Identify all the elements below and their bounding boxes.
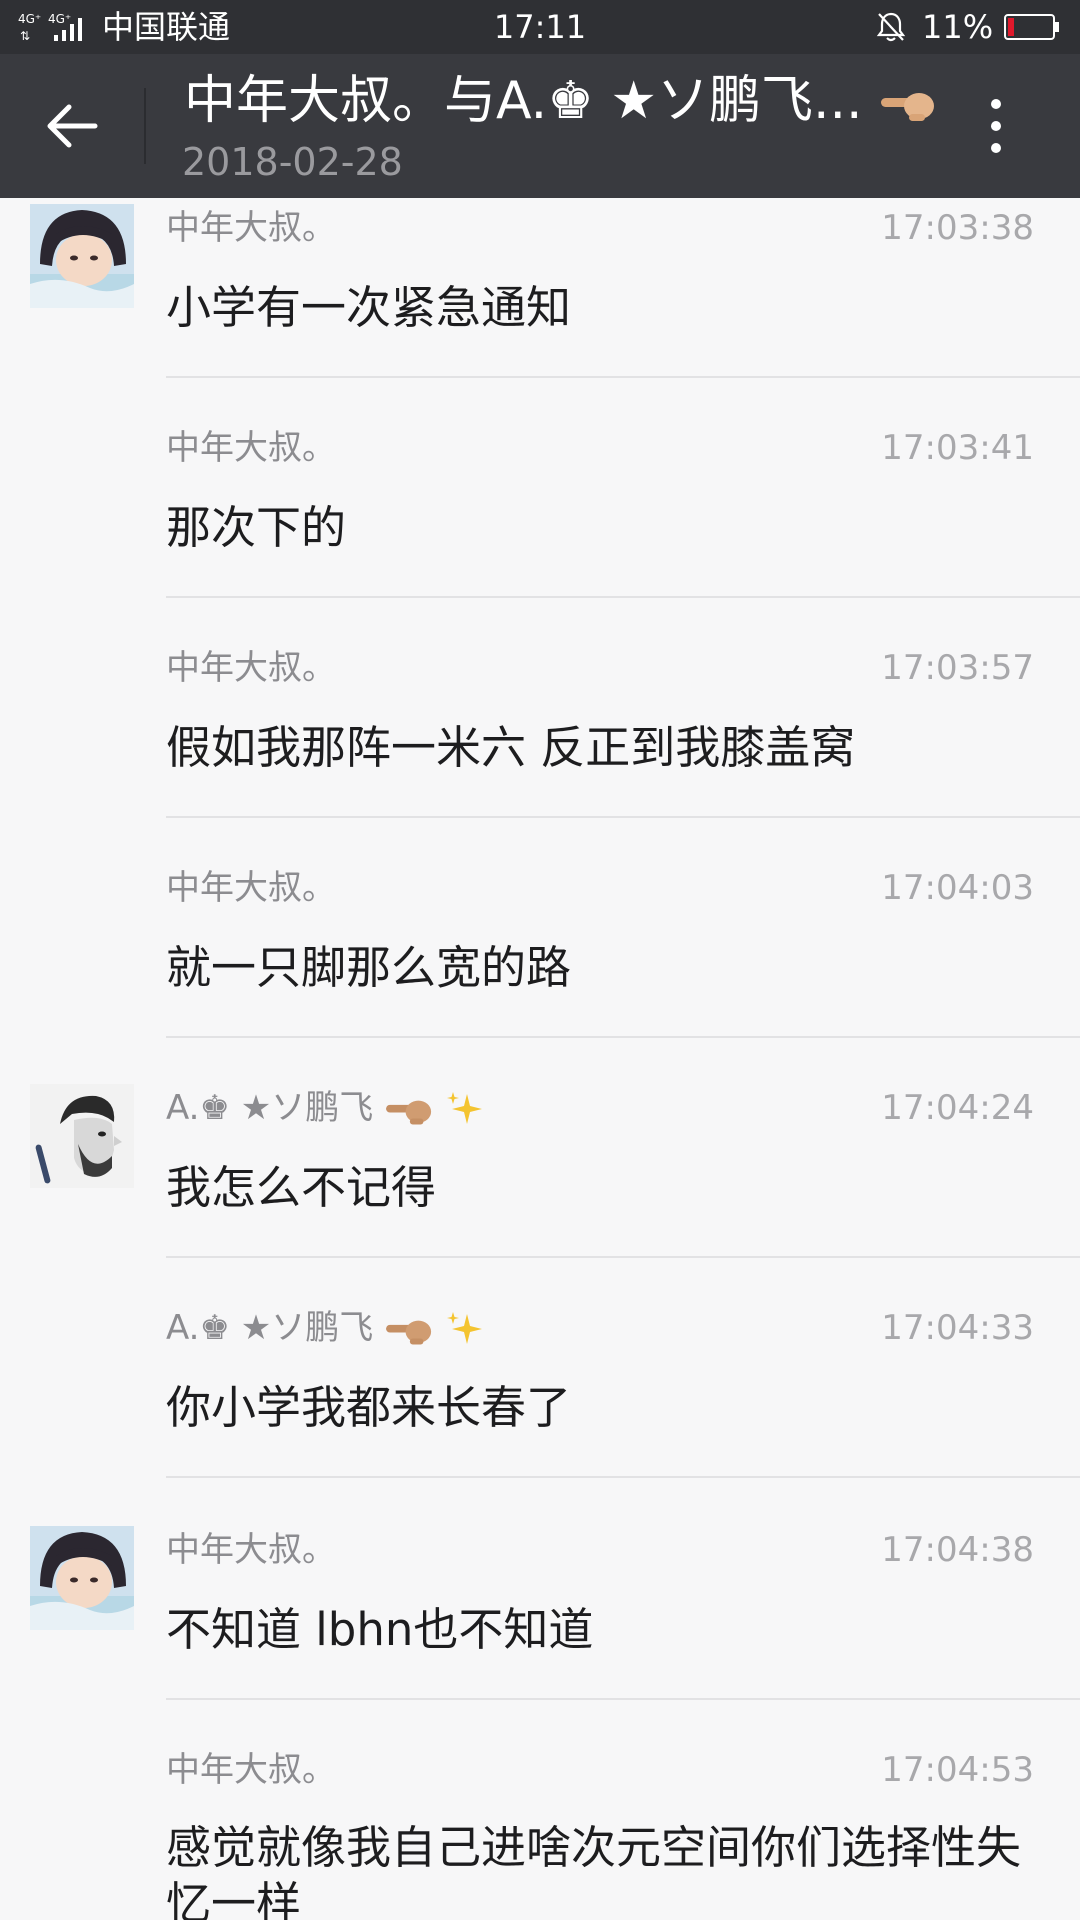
message-list[interactable]: 中年大叔。 17:03:38 小学有一次紧急通知 中年大叔。 17:03:41 … (0, 198, 1080, 1920)
sender-name: A.♚ ★ソ鹏飞 (166, 1086, 485, 1130)
message-text: 就一只脚那么宽的路 (166, 941, 572, 994)
sender-name: 中年大叔。 (166, 1750, 336, 1790)
chat-screen: 4G⁺ 4G⁺ ⇅ 中国联通 17:11 11% 中年大叔。与A.♚ ★ソ鹏飞.… (0, 0, 1080, 1920)
bell-muted-icon (876, 12, 906, 42)
man-avatar (30, 1084, 134, 1188)
divider (166, 1036, 1080, 1038)
battery-percent: 11% (922, 8, 994, 46)
message-time: 17:04:38 (881, 1530, 1034, 1570)
sender-name-text: A.♚ ★ソ鹏飞 (166, 1308, 374, 1348)
message-time: 17:04:53 (881, 1750, 1034, 1790)
sender-name-text: A.♚ ★ソ鹏飞 (166, 1088, 374, 1128)
message-time: 17:04:33 (881, 1308, 1034, 1348)
girl-avatar (30, 204, 134, 308)
more-vertical-icon (991, 99, 1001, 109)
message-text: 那次下的 (166, 501, 347, 554)
girl-avatar (30, 1526, 134, 1630)
chat-date: 2018-02-28 (182, 140, 403, 184)
back-arrow-icon (47, 104, 98, 148)
pointing-hand-emoji (881, 93, 935, 121)
title-divider (144, 88, 146, 164)
sender-name: 中年大叔。 (166, 428, 336, 468)
message-item[interactable]: 中年大叔。 17:04:53 感觉就像我自己进啥次元空间你们选择性失忆一样 (0, 1740, 1080, 1920)
message-item[interactable]: 中年大叔。 17:03:57 假如我那阵一米六 反正到我膝盖窝 (0, 638, 1080, 858)
message-time: 17:03:57 (881, 648, 1034, 688)
divider (166, 1256, 1080, 1258)
message-text: 感觉就像我自己进啥次元空间你们选择性失忆一样 (166, 1821, 1022, 1920)
avatar[interactable] (30, 1084, 134, 1188)
message-item[interactable]: 中年大叔。 17:03:38 小学有一次紧急通知 (0, 198, 1080, 418)
message-text: 你小学我都来长春了 (166, 1381, 572, 1434)
message-item[interactable]: A.♚ ★ソ鹏飞 17:04:33 你小学我都来长春了 (0, 1298, 1080, 1518)
divider (166, 816, 1080, 818)
more-options-button[interactable] (966, 84, 1026, 168)
message-item[interactable]: 中年大叔。 17:04:03 就一只脚那么宽的路 (0, 858, 1080, 1078)
divider (166, 596, 1080, 598)
title-bar: 中年大叔。与A.♚ ★ソ鹏飞... 2018-02-28 (0, 54, 1080, 198)
pointing-hand-emoji (386, 1320, 432, 1344)
status-time: 17:11 (493, 8, 587, 46)
chat-title-text: 中年大叔。与A.♚ ★ソ鹏飞... (184, 71, 863, 131)
message-item[interactable]: 中年大叔。 17:03:41 那次下的 (0, 418, 1080, 638)
message-time: 17:03:38 (881, 208, 1034, 248)
message-time: 17:04:24 (881, 1088, 1034, 1128)
avatar[interactable] (30, 204, 134, 308)
message-time: 17:03:41 (881, 428, 1034, 468)
message-text: 我怎么不记得 (166, 1161, 437, 1214)
sender-name: 中年大叔。 (166, 1530, 336, 1570)
avatar[interactable] (30, 1526, 134, 1630)
sparkles-emoji (446, 1311, 482, 1344)
message-time: 17:04:03 (881, 868, 1034, 908)
divider (166, 1698, 1080, 1700)
pointing-hand-emoji (386, 1100, 432, 1124)
status-bar: 4G⁺ 4G⁺ ⇅ 中国联通 17:11 11% (0, 0, 1080, 54)
message-item[interactable]: A.♚ ★ソ鹏飞 17:04:24 我怎么不记得 (0, 1078, 1080, 1298)
message-text: 不知道 lbhn也不知道 (166, 1603, 594, 1656)
message-text: 假如我那阵一米六 反正到我膝盖窝 (166, 721, 856, 774)
sender-name: 中年大叔。 (166, 648, 336, 688)
message-item[interactable]: 中年大叔。 17:04:38 不知道 lbhn也不知道 (0, 1520, 1080, 1740)
divider (166, 376, 1080, 378)
back-button[interactable] (30, 84, 114, 168)
sparkles-emoji (446, 1091, 482, 1124)
sender-name: A.♚ ★ソ鹏飞 (166, 1306, 485, 1350)
sender-name: 中年大叔。 (166, 208, 336, 248)
battery-low-icon (1004, 14, 1059, 40)
sender-name: 中年大叔。 (166, 868, 336, 908)
chat-title: 中年大叔。与A.♚ ★ソ鹏飞... (184, 66, 944, 136)
divider (166, 1476, 1080, 1478)
message-text: 小学有一次紧急通知 (166, 281, 572, 334)
